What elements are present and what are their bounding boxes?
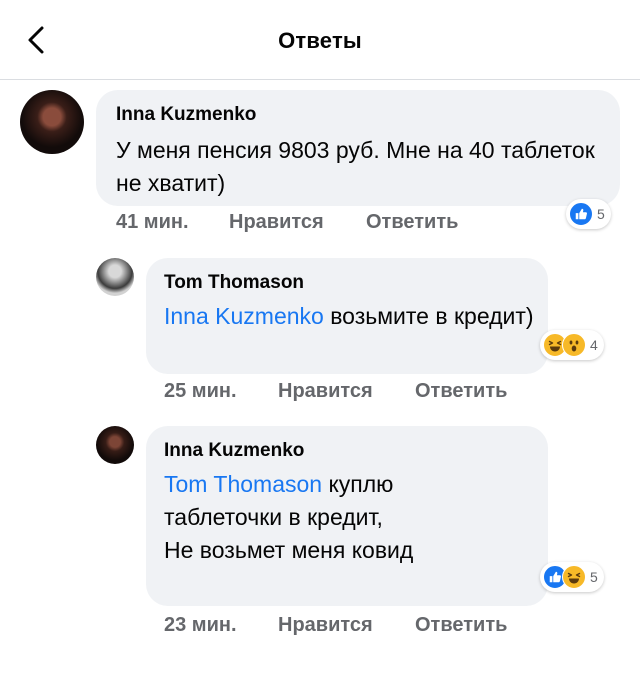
header-bar: Ответы [0,0,640,80]
reply-button[interactable]: Ответить [366,211,458,234]
reaction-count: 5 [597,206,605,222]
reaction-count: 4 [590,337,598,353]
comment-author[interactable]: Inna Kuzmenko [116,104,256,126]
comment-time[interactable]: 25 мин. [164,380,237,403]
haha-reaction-icon [562,565,586,589]
wow-reaction-icon [562,333,586,357]
comment-time[interactable]: 23 мин. [164,614,237,637]
comment-bubble: Inna Kuzmenko У меня пенсия 9803 руб. Мн… [96,90,620,206]
reactions-summary[interactable]: 5 [540,562,604,592]
like-button[interactable]: Нравится [278,380,373,403]
reply-button[interactable]: Ответить [415,614,507,637]
comment-text-line: таблеточки в кредит, [164,504,383,530]
like-button[interactable]: Нравится [278,614,373,637]
like-button[interactable]: Нравится [229,211,324,234]
mention-link[interactable]: Inna Kuzmenko [164,303,324,329]
comment-author[interactable]: Inna Kuzmenko [164,440,304,462]
comment-time[interactable]: 41 мин. [116,211,189,234]
mention-link[interactable]: Tom Thomason [164,471,322,497]
reaction-count: 5 [590,569,598,585]
comment-text-line: Не возьмет меня ковид [164,537,414,563]
comment-text: У меня пенсия 9803 руб. Мне на 40 таблет… [116,137,595,196]
like-reaction-icon [569,202,593,226]
reply-button[interactable]: Ответить [415,380,507,403]
reactions-summary[interactable]: 4 [540,330,604,360]
reactions-summary[interactable]: 5 [566,199,611,229]
comment-text-line: куплю [322,471,394,497]
avatar[interactable] [96,426,134,464]
avatar[interactable] [96,258,134,296]
comment-text-body: возьмите в кредит) [323,303,534,329]
comment-bubble: Tom Thomason Inna Kuzmenko возьмите в кр… [146,258,548,374]
comment-author[interactable]: Tom Thomason [164,272,304,294]
comment-bubble: Inna Kuzmenko Tom Thomason куплю таблеточ… [146,426,548,606]
page-title: Ответы [278,28,362,53]
comment-text: Inna Kuzmenko возьмите в кредит) [164,300,534,333]
comment-text: Tom Thomason куплю таблеточки в кредит, Не… [164,468,534,567]
avatar[interactable] [20,90,84,154]
